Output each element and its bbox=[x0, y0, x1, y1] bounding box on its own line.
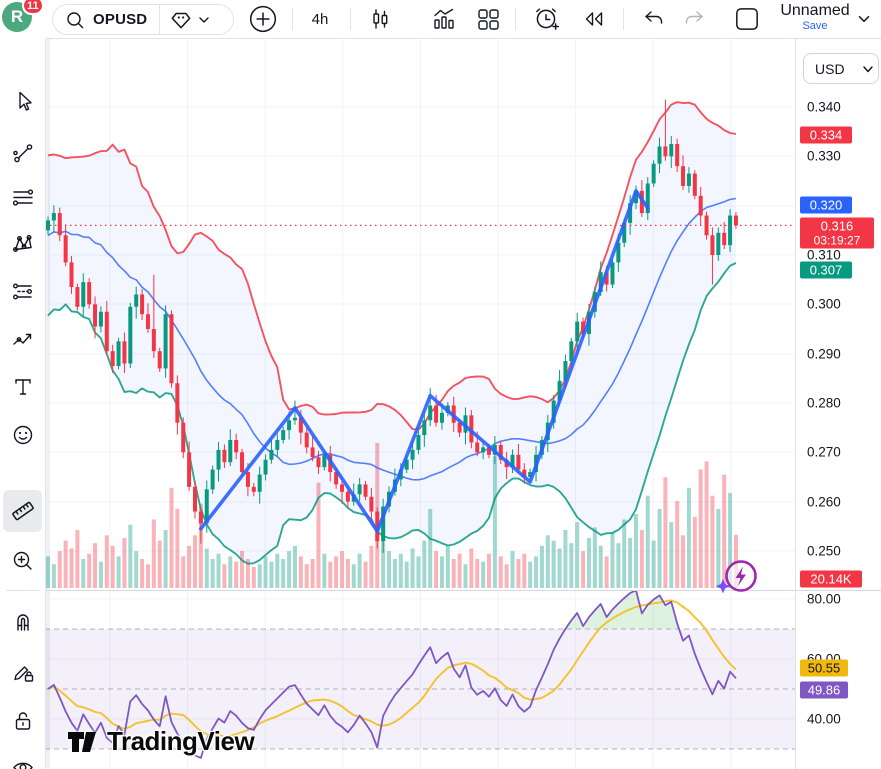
tradingview-mark-icon bbox=[66, 727, 100, 757]
tool-pattern-xabcd[interactable] bbox=[7, 228, 38, 259]
chevron-down-icon bbox=[196, 12, 212, 28]
axis-label: 0.250 bbox=[807, 544, 841, 559]
chevron-down-icon bbox=[858, 59, 878, 79]
alert-button[interactable] bbox=[526, 0, 566, 38]
save-button[interactable]: Save bbox=[775, 21, 855, 32]
divider bbox=[350, 8, 351, 30]
tool-lock-all[interactable] bbox=[7, 705, 38, 736]
top-toolbar: R 11 OPUSD bbox=[0, 0, 881, 39]
emoji-icon bbox=[10, 422, 36, 448]
projection-icon bbox=[10, 279, 36, 305]
zoom-in-icon bbox=[10, 548, 36, 574]
text-icon bbox=[10, 374, 36, 400]
plus-circle-icon bbox=[248, 4, 278, 34]
avatar-letter: R bbox=[11, 7, 23, 27]
tradingview-logo[interactable]: TradingView bbox=[66, 726, 254, 757]
lock-icon bbox=[10, 708, 36, 734]
tool-projection[interactable] bbox=[7, 276, 38, 307]
interval-label: 4h bbox=[312, 11, 329, 28]
trend-line-icon bbox=[10, 140, 36, 166]
axis-price-badge: 0.31603:19:27 bbox=[800, 218, 874, 249]
magnet-icon bbox=[10, 609, 36, 635]
candles-icon bbox=[366, 5, 394, 33]
cursor-icon bbox=[10, 88, 36, 114]
chart-style-button[interactable] bbox=[360, 0, 400, 38]
search-icon bbox=[63, 8, 87, 32]
square-outline-icon bbox=[732, 4, 762, 34]
axis-price-badge: 0.320 bbox=[800, 197, 852, 214]
axis-label: 0.310 bbox=[807, 248, 841, 263]
user-avatar[interactable]: R 11 bbox=[2, 2, 32, 32]
tradingview-logo-text: TradingView bbox=[107, 726, 254, 757]
redo-button[interactable] bbox=[676, 0, 714, 38]
symbol-search[interactable]: OPUSD bbox=[52, 4, 234, 35]
currency-label: USD bbox=[815, 61, 858, 77]
tool-hide-all[interactable] bbox=[7, 753, 38, 769]
pencil-lock-icon bbox=[10, 659, 36, 685]
divider bbox=[623, 8, 624, 30]
axis-price-badge: 0.334 bbox=[800, 127, 852, 144]
axis-label: 0.290 bbox=[807, 347, 841, 362]
tool-zoom-in[interactable] bbox=[7, 545, 38, 576]
feature-diamond-icon[interactable] bbox=[168, 7, 194, 33]
tradingview-app: 0.340 0.330 0.320 0.310 0.300 0.290 0.280 0.270… bbox=[0, 0, 881, 769]
axis-label: 0.280 bbox=[807, 396, 841, 411]
tool-drawing-lock[interactable] bbox=[7, 656, 38, 687]
layout-name-block[interactable]: Unnamed Save bbox=[775, 0, 855, 38]
compare-add-button[interactable] bbox=[244, 0, 282, 38]
axis-price-badge: 0.307 bbox=[800, 262, 852, 279]
axis-price-badge: 20.14K bbox=[800, 571, 862, 588]
fib-retracement-icon bbox=[10, 185, 36, 211]
ruler-icon bbox=[9, 497, 37, 525]
alert-clock-icon bbox=[531, 4, 561, 34]
axis-price-badge: 50.55 bbox=[800, 660, 848, 677]
layout-panel-button[interactable] bbox=[726, 0, 768, 38]
undo-button[interactable] bbox=[634, 0, 672, 38]
axis-label: 0.300 bbox=[807, 297, 841, 312]
layout-templates-button[interactable] bbox=[468, 0, 508, 38]
tool-arrow-marker[interactable] bbox=[7, 324, 38, 355]
tool-measure[interactable] bbox=[3, 490, 42, 532]
replay-button[interactable] bbox=[574, 0, 614, 38]
undo-icon bbox=[639, 5, 667, 33]
symbol-name: OPUSD bbox=[93, 11, 147, 28]
indicators-button[interactable] bbox=[424, 0, 464, 38]
axis-label: 0.270 bbox=[807, 445, 841, 460]
notification-badge: 11 bbox=[22, 0, 44, 15]
divider bbox=[159, 5, 160, 34]
axis-label: 80.00 bbox=[807, 592, 841, 607]
axis-label: 40.00 bbox=[807, 712, 841, 727]
price-axis[interactable]: 0.340 0.330 0.320 0.310 0.300 0.290 0.280 0.270… bbox=[795, 38, 881, 769]
tool-cursor[interactable] bbox=[7, 85, 38, 116]
divider bbox=[515, 8, 516, 30]
chevron-down-icon bbox=[855, 10, 873, 28]
axis-label: 0.260 bbox=[807, 495, 841, 510]
eye-icon bbox=[10, 756, 36, 769]
drawing-toolbar bbox=[0, 38, 46, 769]
redo-icon bbox=[681, 5, 709, 33]
divider bbox=[292, 8, 293, 30]
axis-label: 0.330 bbox=[807, 149, 841, 164]
divider bbox=[6, 590, 39, 591]
layout-name: Unnamed bbox=[775, 1, 855, 21]
arrow-marker-icon bbox=[10, 327, 36, 353]
axis-price-badge: 49.86 bbox=[800, 682, 848, 699]
tool-fib-retracement[interactable] bbox=[7, 182, 38, 213]
tool-emoji[interactable] bbox=[7, 419, 38, 450]
tool-magnet[interactable] bbox=[7, 606, 38, 637]
layout-dropdown-button[interactable] bbox=[852, 0, 876, 38]
axis-label: 0.340 bbox=[807, 100, 841, 115]
xabcd-pattern-icon bbox=[10, 231, 36, 257]
tool-trend-line[interactable] bbox=[7, 137, 38, 168]
tool-text[interactable] bbox=[7, 371, 38, 402]
indicators-icon bbox=[430, 5, 458, 33]
chart-canvas[interactable] bbox=[0, 0, 881, 769]
grid-layout-icon bbox=[474, 5, 502, 33]
boost-lightning-icon[interactable] bbox=[712, 553, 764, 599]
interval-button[interactable]: 4h bbox=[300, 0, 340, 38]
replay-icon bbox=[580, 5, 608, 33]
currency-unit-button[interactable]: USD bbox=[803, 53, 879, 84]
